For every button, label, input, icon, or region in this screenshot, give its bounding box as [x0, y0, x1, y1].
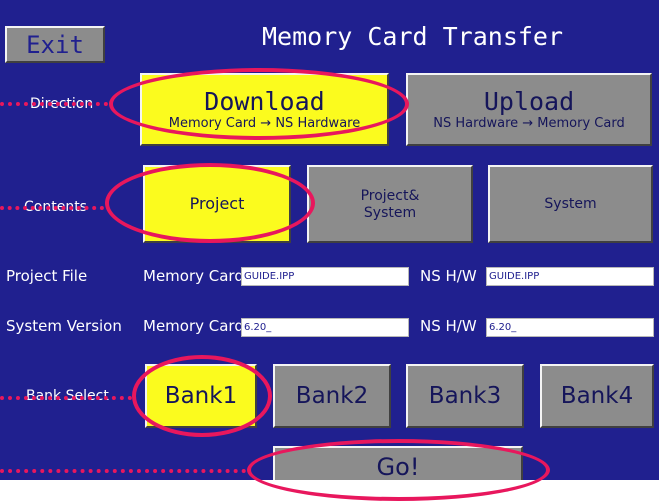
memory-card-transfer-screen: Exit Memory Card Transfer Direction Down… — [0, 0, 659, 480]
direction-label: Direction — [30, 96, 94, 112]
download-subtitle: Memory Card → NS Hardware — [168, 116, 361, 131]
bank2-button[interactable]: Bank2 — [273, 364, 391, 428]
upload-title: Upload — [483, 87, 575, 116]
project-button-label: Project — [189, 194, 245, 213]
project-file-label: Project File — [6, 267, 88, 285]
project-system-label-1: Project& — [360, 187, 420, 204]
bank-select-label: Bank Select — [26, 388, 109, 404]
system-button-label: System — [544, 196, 597, 212]
contents-label: Contents — [24, 199, 87, 215]
bank4-label: Bank4 — [560, 382, 634, 409]
exit-button[interactable]: Exit — [5, 26, 105, 63]
bank2-label: Bank2 — [295, 382, 369, 409]
bank1-button[interactable]: Bank1 — [145, 364, 257, 428]
project-file-memory-card-label: Memory Card — [143, 267, 244, 285]
bank3-button[interactable]: Bank3 — [406, 364, 524, 428]
project-system-label-2: System — [363, 204, 417, 221]
go-button[interactable]: Go! — [273, 446, 523, 480]
system-version-ns-hw-label: NS H/W — [420, 317, 477, 335]
project-file-ns-hw-value: GUIDE.IPP — [486, 267, 654, 286]
page-title: Memory Card Transfer — [262, 22, 564, 51]
exit-button-label: Exit — [26, 30, 84, 59]
system-version-memory-card-label: Memory Card — [143, 317, 244, 335]
bank1-label: Bank1 — [164, 382, 238, 409]
project-file-ns-hw-label: NS H/W — [420, 267, 477, 285]
bank4-button[interactable]: Bank4 — [540, 364, 654, 428]
download-title: Download — [204, 87, 325, 116]
system-button[interactable]: System — [488, 165, 653, 243]
upload-button[interactable]: Upload NS Hardware → Memory Card — [406, 73, 652, 146]
project-system-button[interactable]: Project& System — [307, 165, 473, 243]
go-label: Go! — [376, 453, 420, 480]
project-button[interactable]: Project — [143, 165, 291, 243]
upload-subtitle: NS Hardware → Memory Card — [433, 116, 625, 131]
system-version-label: System Version — [6, 317, 122, 335]
system-version-memory-card-value: 6.20_ — [241, 318, 409, 337]
system-version-ns-hw-value: 6.20_ — [486, 318, 654, 337]
bank3-label: Bank3 — [428, 382, 502, 409]
project-file-memory-card-value: GUIDE.IPP — [241, 267, 409, 286]
download-button[interactable]: Download Memory Card → NS Hardware — [140, 73, 389, 146]
